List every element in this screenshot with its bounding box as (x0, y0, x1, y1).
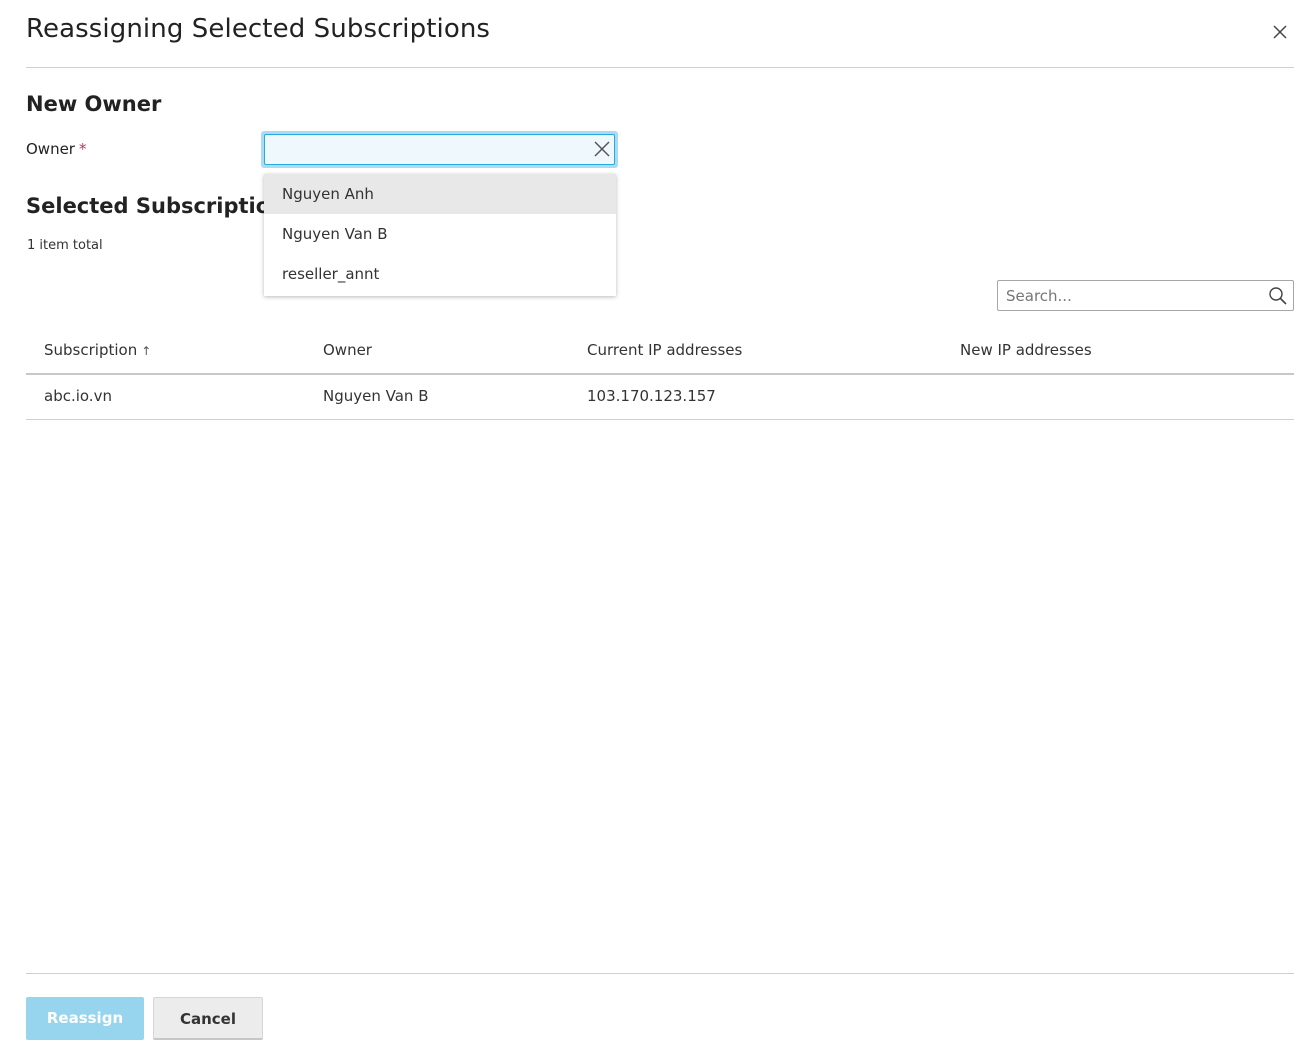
owner-label-text: Owner (26, 140, 75, 158)
column-header-owner[interactable]: Owner (323, 341, 372, 359)
owner-field-label: Owner * (26, 140, 86, 158)
footer-divider (26, 973, 1294, 974)
item-total-count: 1 item total (27, 238, 103, 253)
dropdown-option[interactable]: reseller_annt (264, 254, 616, 296)
sort-ascending-icon: ↑ (141, 344, 152, 358)
table-row: abc.io.vn Nguyen Van B 103.170.123.157 (26, 375, 1294, 420)
dropdown-option[interactable]: Nguyen Anh (264, 174, 616, 214)
column-header-current-ip[interactable]: Current IP addresses (587, 341, 742, 359)
cell-current-ip: 103.170.123.157 (587, 387, 716, 405)
clear-owner-button[interactable] (593, 140, 611, 158)
header-divider (26, 67, 1294, 68)
search-icon (1269, 287, 1287, 305)
dialog-title: Reassigning Selected Subscriptions (26, 14, 491, 44)
close-icon (1273, 25, 1287, 39)
cell-owner: Nguyen Van B (323, 387, 429, 405)
required-mark: * (78, 140, 87, 158)
table-header: Subscription ↑ Owner Current IP addresses… (26, 330, 1294, 375)
column-header-subscription-label: Subscription (44, 341, 138, 359)
cell-subscription: abc.io.vn (44, 387, 112, 405)
owner-combobox[interactable] (261, 131, 618, 168)
clear-icon (594, 141, 610, 157)
cancel-button[interactable]: Cancel (153, 997, 263, 1040)
selected-subscriptions-heading: Selected Subscriptions (26, 194, 298, 218)
new-owner-heading: New Owner (26, 92, 162, 116)
owner-input[interactable] (264, 134, 615, 165)
reassign-button[interactable]: Reassign (26, 997, 144, 1040)
search-button[interactable] (1268, 286, 1288, 306)
search-input[interactable] (1006, 281, 1256, 310)
search-box[interactable] (997, 280, 1294, 311)
dropdown-option[interactable]: Nguyen Van B (264, 214, 616, 254)
column-header-new-ip[interactable]: New IP addresses (960, 341, 1092, 359)
close-button[interactable] (1268, 20, 1292, 44)
owner-dropdown-list: Nguyen Anh Nguyen Van B reseller_annt (264, 174, 616, 296)
column-header-subscription[interactable]: Subscription ↑ (44, 341, 151, 359)
reassign-dialog: Reassigning Selected Subscriptions New O… (0, 0, 1313, 1058)
